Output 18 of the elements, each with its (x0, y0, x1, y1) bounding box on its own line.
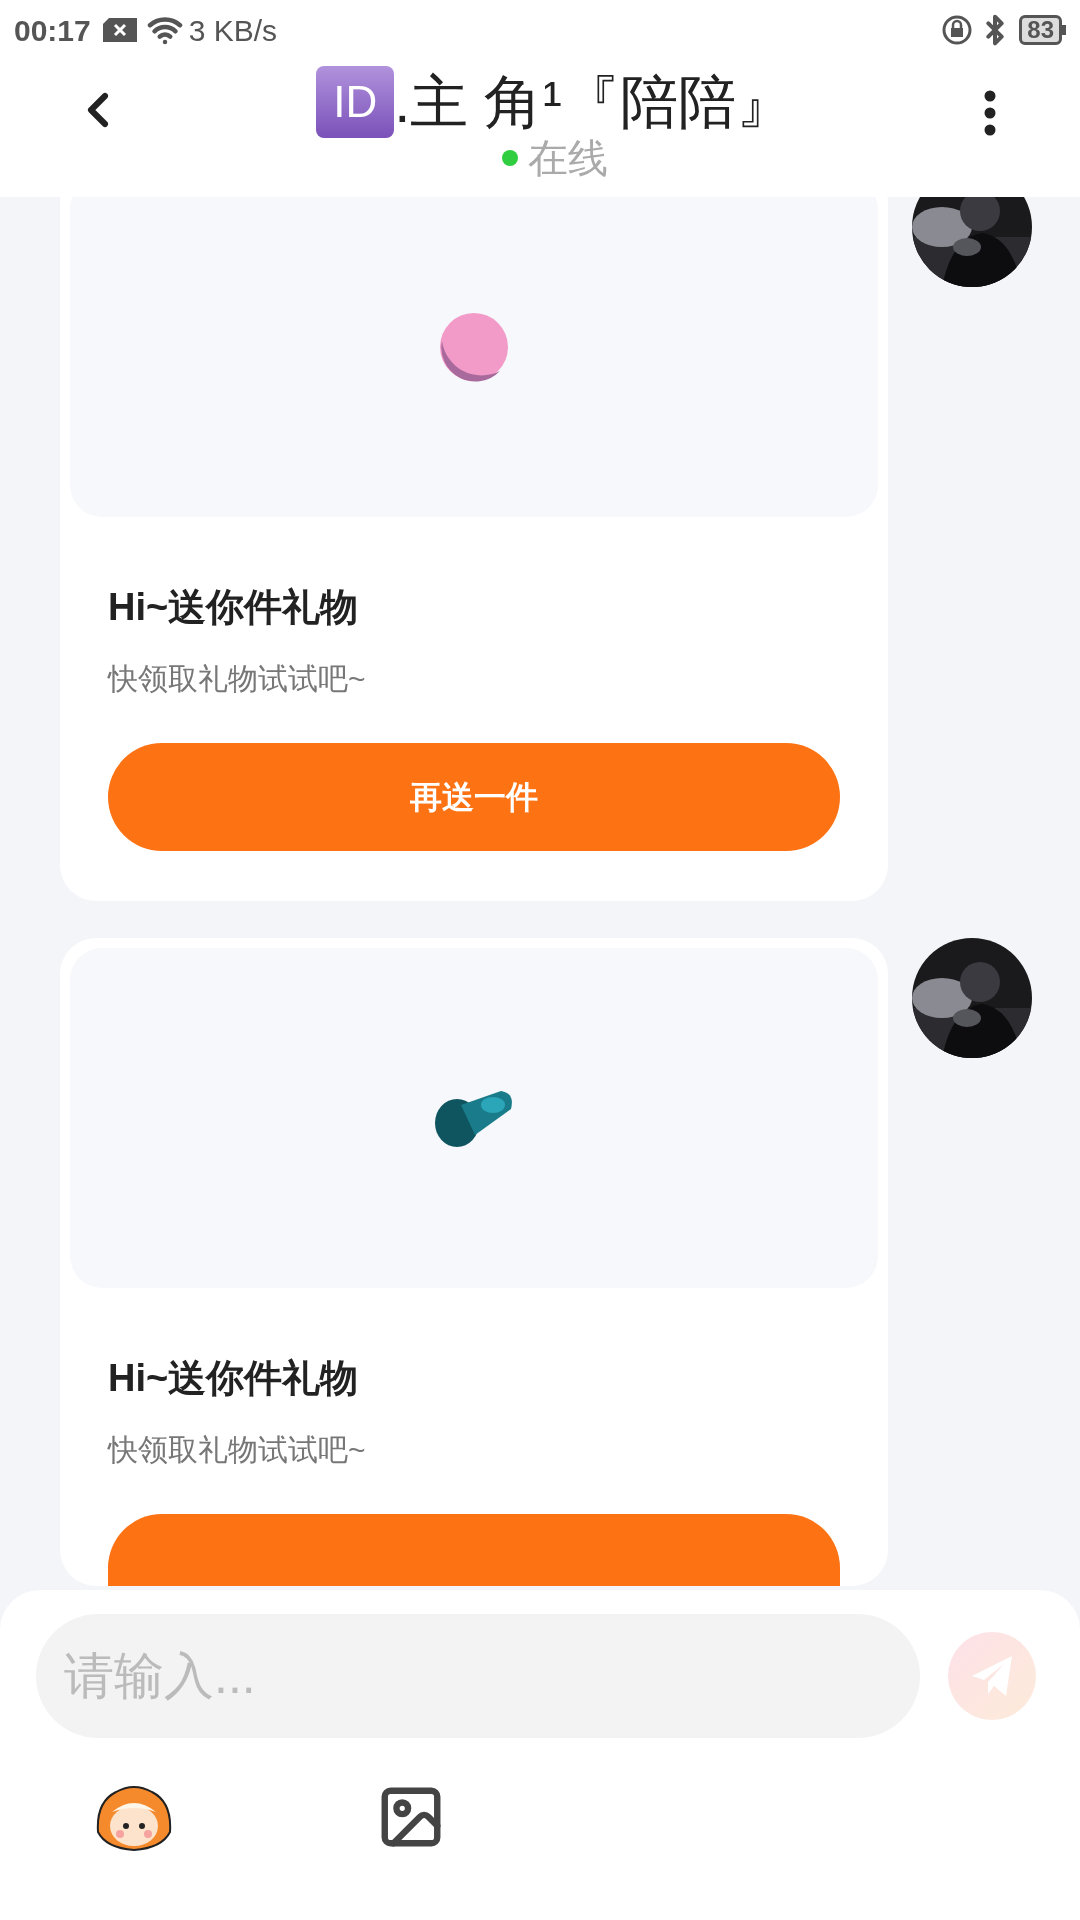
rotation-lock-icon (941, 14, 974, 46)
sim-card-icon (102, 18, 137, 42)
gift-title: Hi~送你件礼物 (108, 585, 360, 630)
status-time: 00:17 (14, 12, 91, 49)
gift-subtitle: 快领取礼物试试吧~ (108, 1432, 367, 1468)
more-button[interactable] (984, 90, 996, 136)
ball-icon (438, 311, 510, 383)
message-input[interactable]: 请输入... (36, 1614, 920, 1738)
send-again-button[interactable] (108, 1514, 840, 1586)
more-icon (984, 90, 996, 136)
chat-title: .主 角¹『陪陪』 (394, 73, 794, 131)
gift-title: Hi~送你件礼物 (108, 1356, 360, 1401)
gift-subtitle: 快领取礼物试试吧~ (108, 661, 367, 697)
id-badge: ID (316, 66, 395, 138)
battery-level: 83 (1027, 18, 1054, 42)
online-status: 在线 (528, 138, 608, 178)
send-again-button[interactable]: 再送一件 (108, 743, 840, 851)
network-speed: 3 KB/s (188, 12, 278, 49)
